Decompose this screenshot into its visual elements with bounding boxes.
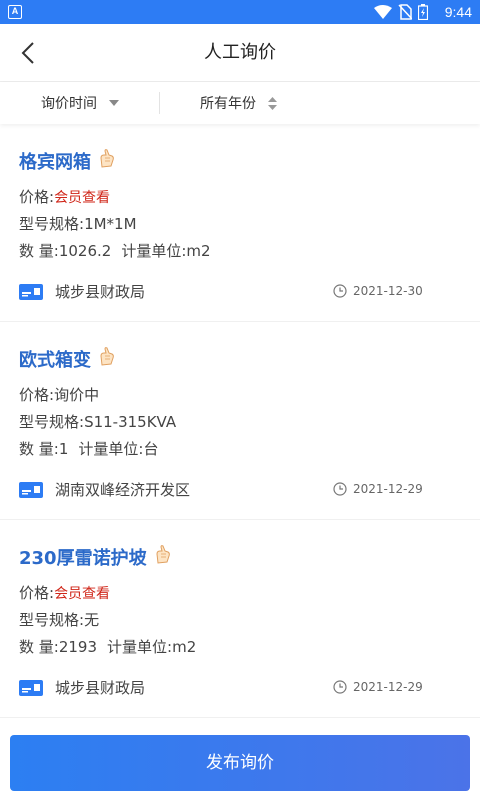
organization-name: 城步县财政局 xyxy=(55,679,146,697)
app-notification-icon: A xyxy=(8,5,22,19)
price-label: 价格: xyxy=(19,188,55,206)
item-name-row: 格宾网箱 xyxy=(19,148,115,174)
item-date: 2021-12-29 xyxy=(333,680,423,694)
quantity-value: 1 xyxy=(58,440,69,458)
filter-inquiry-time-label: 询价时间 xyxy=(41,96,97,112)
status-icons xyxy=(374,4,428,20)
quantity-value: 1026.2 xyxy=(58,242,112,260)
price-line: 价格:询价中 xyxy=(19,384,99,405)
list-item[interactable]: 230厚雷诺护坡 价格:会员查看 型号规格:无 数 量:2193 计量单位:m2 … xyxy=(0,520,480,718)
list-item[interactable]: 欧式箱变 价格:询价中 型号规格:S11-315KVA 数 量:1 计量单位:台 … xyxy=(0,322,480,520)
item-name-row: 欧式箱变 xyxy=(19,346,115,372)
price-line: 价格:会员查看 xyxy=(19,582,110,603)
filter-bar: 询价时间 所有年份 xyxy=(0,82,480,124)
spec-line: 型号规格:无 xyxy=(19,609,99,630)
unit-label: 计量单位: xyxy=(107,638,173,656)
price-line: 价格:会员查看 xyxy=(19,186,110,207)
organization: 城步县财政局 xyxy=(19,677,145,698)
item-date: 2021-12-30 xyxy=(333,284,423,298)
clock-icon xyxy=(333,680,347,694)
item-date-text: 2021-12-30 xyxy=(353,284,423,298)
spec-value: S11-315KVA xyxy=(84,413,177,431)
spec-value: 无 xyxy=(84,611,100,629)
organization: 湖南双峰经济开发区 xyxy=(19,479,190,500)
price-value: 会员查看 xyxy=(54,190,111,206)
page-title: 人工询价 xyxy=(204,42,276,63)
id-card-icon xyxy=(19,481,43,498)
organization-name: 湖南双峰经济开发区 xyxy=(55,481,191,499)
quantity-value: 2193 xyxy=(58,638,98,656)
filter-all-years[interactable]: 所有年份 xyxy=(200,82,277,124)
inquiry-list: 格宾网箱 价格:会员查看 型号规格:1M*1M 数 量:1026.2 计量单位:m… xyxy=(0,124,480,728)
price-label: 价格: xyxy=(19,386,55,404)
item-date-text: 2021-12-29 xyxy=(353,680,423,694)
quantity-label: 数 量: xyxy=(19,242,59,260)
caret-down-icon xyxy=(109,100,119,106)
quantity-line: 数 量:1 计量单位:台 xyxy=(19,438,158,459)
battery-charging-icon xyxy=(418,4,428,20)
unit-value: m2 xyxy=(186,242,211,260)
filter-divider xyxy=(159,92,160,114)
status-bar: A 9:44 xyxy=(0,0,480,24)
spec-line: 型号规格:S11-315KVA xyxy=(19,411,176,432)
price-value: 会员查看 xyxy=(54,586,111,602)
quantity-line: 数 量:2193 计量单位:m2 xyxy=(19,636,196,657)
filter-all-years-label: 所有年份 xyxy=(200,96,256,112)
item-name-row: 230厚雷诺护坡 xyxy=(19,544,171,570)
item-date-text: 2021-12-29 xyxy=(353,482,423,496)
quantity-label: 数 量: xyxy=(19,638,59,656)
id-card-icon xyxy=(19,679,43,696)
sort-icon xyxy=(268,96,277,110)
hand-icon xyxy=(100,347,114,366)
item-name: 欧式箱变 xyxy=(19,350,91,371)
filter-inquiry-time[interactable]: 询价时间 xyxy=(41,82,119,124)
status-time: 9:44 xyxy=(444,4,472,20)
clock-icon xyxy=(333,482,347,496)
item-name: 230厚雷诺护坡 xyxy=(19,548,147,569)
unit-value: 台 xyxy=(143,440,159,458)
price-value: 询价中 xyxy=(54,386,100,404)
top-nav-bar: 人工询价 xyxy=(0,24,480,82)
hand-icon xyxy=(156,545,170,564)
spec-label: 型号规格: xyxy=(19,611,85,629)
item-name: 格宾网箱 xyxy=(19,152,91,173)
unit-label: 计量单位: xyxy=(121,242,187,260)
quantity-line: 数 量:1026.2 计量单位:m2 xyxy=(19,240,211,261)
bottom-action-bar: 发布询价 xyxy=(0,728,480,800)
unit-value: m2 xyxy=(172,638,197,656)
id-card-icon xyxy=(19,283,43,300)
list-item[interactable]: 格宾网箱 价格:会员查看 型号规格:1M*1M 数 量:1026.2 计量单位:m… xyxy=(0,124,480,322)
spec-label: 型号规格: xyxy=(19,413,85,431)
unit-label: 计量单位: xyxy=(78,440,144,458)
spec-value: 1M*1M xyxy=(84,215,137,233)
quantity-label: 数 量: xyxy=(19,440,59,458)
organization-name: 城步县财政局 xyxy=(55,283,146,301)
organization: 城步县财政局 xyxy=(19,281,145,302)
hand-icon xyxy=(100,149,114,168)
wifi-icon xyxy=(374,5,392,19)
no-sim-icon xyxy=(398,4,412,20)
price-label: 价格: xyxy=(19,584,55,602)
publish-inquiry-button[interactable]: 发布询价 xyxy=(10,735,470,791)
spec-label: 型号规格: xyxy=(19,215,85,233)
spec-line: 型号规格:1M*1M xyxy=(19,213,137,234)
clock-icon xyxy=(333,284,347,298)
item-date: 2021-12-29 xyxy=(333,482,423,496)
